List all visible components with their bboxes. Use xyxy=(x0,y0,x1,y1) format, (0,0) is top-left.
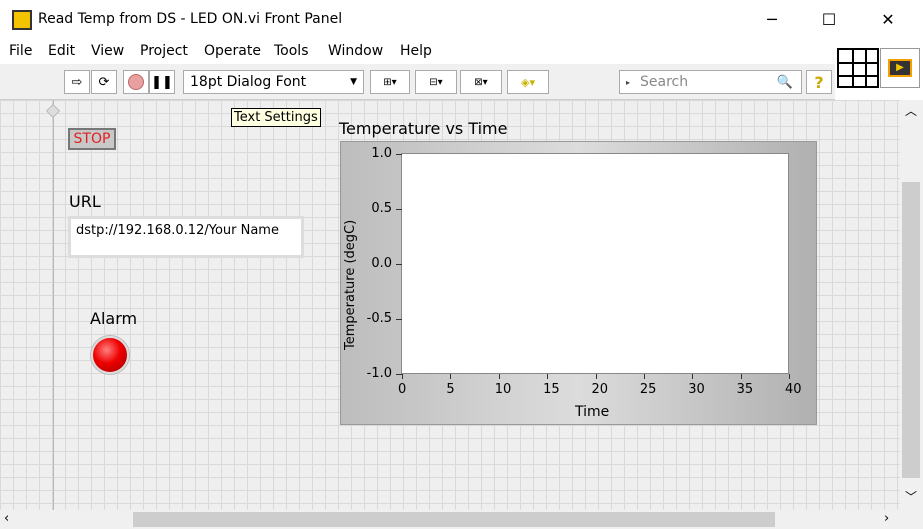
alarm-led[interactable] xyxy=(91,336,129,374)
menu-project[interactable]: Project xyxy=(140,43,188,59)
waveform-graph: 0 5 10 15 20 25 30 35 40 1.0 0.5 0.0 -0.5 -1.0 Temper… xyxy=(340,141,817,425)
menu-bar: File Edit View Project Operate Tools Win… xyxy=(0,40,835,64)
plot-area[interactable] xyxy=(401,153,789,374)
menu-file[interactable]: File xyxy=(9,43,32,59)
x-tick-mark xyxy=(402,374,403,379)
origin-line xyxy=(53,100,54,510)
x-tick-label: 5 xyxy=(446,382,455,397)
expand-icon: ▸ xyxy=(626,77,631,87)
x-axis-label: Time xyxy=(575,404,610,420)
x-tick-mark xyxy=(789,374,790,379)
font-select[interactable]: 18pt Dialog Font ▼ xyxy=(183,70,364,94)
x-tick-label: 25 xyxy=(639,382,657,397)
y-tick-label: -0.5 xyxy=(366,311,392,326)
x-tick-mark xyxy=(643,374,645,379)
y-tick-label: 0.0 xyxy=(371,256,392,271)
url-field[interactable]: dstp://192.168.0.12/Your Name xyxy=(68,216,304,258)
menu-window[interactable]: Window xyxy=(328,43,383,59)
run-continuously-icon[interactable]: ⟳ xyxy=(91,70,117,94)
vi-icon[interactable]: ▶ xyxy=(880,48,920,88)
search-input[interactable]: ▸ Search 🔍 xyxy=(619,70,802,94)
graph-title: Temperature vs Time xyxy=(339,119,508,138)
x-tick-mark xyxy=(595,374,597,379)
x-tick-label: 0 xyxy=(398,382,407,397)
reorder-icon[interactable]: ◈▾ xyxy=(507,70,549,94)
y-tick-label: -1.0 xyxy=(366,366,392,381)
y-tick-label: 1.0 xyxy=(371,146,392,161)
pause-icon[interactable]: ❚❚ xyxy=(149,70,175,94)
title-bar: Read Temp from DS - LED ON.vi Front Pane… xyxy=(0,0,923,40)
menu-view[interactable]: View xyxy=(91,43,124,59)
horizontal-scroll-thumb[interactable] xyxy=(133,512,775,527)
origin-marker xyxy=(45,103,61,119)
horizontal-scrollbar[interactable]: ‹ › xyxy=(0,510,923,529)
toolbar: ⇨ ⟳ ❚❚ 18pt Dialog Font ▼ ⊞▾ ⊟▾ ⊠▾ ◈▾ ▸ Se… xyxy=(0,64,835,100)
scroll-right-icon[interactable]: › xyxy=(884,511,889,526)
labview-vi-icon xyxy=(12,10,32,30)
scroll-up-icon[interactable]: ︿ xyxy=(905,102,917,119)
x-tick-label: 15 xyxy=(543,382,560,397)
stop-button[interactable]: STOP xyxy=(68,128,116,150)
y-tick-mark xyxy=(396,374,402,375)
run-arrow-icon[interactable]: ⇨ xyxy=(64,70,90,94)
search-placeholder: Search xyxy=(640,74,689,90)
scroll-left-icon[interactable]: ‹ xyxy=(4,511,9,526)
tooltip: Text Settings xyxy=(231,108,321,127)
distribute-objects-icon[interactable]: ⊟▾ xyxy=(415,70,457,94)
x-tick-mark xyxy=(547,374,549,379)
y-axis-label: Temperature (degC) xyxy=(343,219,358,350)
help-button[interactable]: ? xyxy=(806,70,832,94)
menu-operate[interactable]: Operate xyxy=(204,43,261,59)
abort-icon[interactable] xyxy=(123,70,149,94)
x-tick-label: 20 xyxy=(591,382,609,397)
search-icon[interactable]: 🔍 xyxy=(777,75,793,90)
x-tick-label: 40 xyxy=(785,382,802,397)
menu-tools[interactable]: Tools xyxy=(274,43,309,59)
y-tick-mark xyxy=(396,264,402,265)
font-select-value: 18pt Dialog Font xyxy=(190,74,307,90)
close-button[interactable]: ✕ xyxy=(873,8,903,32)
front-panel: STOP Text Settings URL dstp://192.168.0.… xyxy=(0,100,900,510)
alarm-label: Alarm xyxy=(90,309,138,328)
menu-edit[interactable]: Edit xyxy=(48,43,75,59)
y-tick-mark xyxy=(396,154,402,155)
url-label: URL xyxy=(69,192,101,211)
scroll-down-icon[interactable]: ﹀ xyxy=(905,488,917,505)
menu-help[interactable]: Help xyxy=(400,43,432,59)
x-tick-label: 30 xyxy=(688,382,705,397)
x-tick-label: 10 xyxy=(494,382,512,397)
resize-objects-icon[interactable]: ⊠▾ xyxy=(460,70,502,94)
x-tick-mark xyxy=(450,374,452,379)
x-tick-mark xyxy=(498,374,500,379)
x-tick-mark xyxy=(692,374,694,379)
maximize-button[interactable]: ☐ xyxy=(814,8,844,32)
minimize-button[interactable]: ─ xyxy=(757,8,787,32)
align-objects-icon[interactable]: ⊞▾ xyxy=(370,70,410,94)
x-tick-label: 35 xyxy=(736,382,754,397)
x-tick-mark xyxy=(740,374,742,379)
y-tick-mark xyxy=(396,319,402,320)
y-tick-label: 0.5 xyxy=(371,201,392,216)
chevron-down-icon: ▼ xyxy=(350,77,357,87)
vertical-scrollbar[interactable]: ︿ ﹀ xyxy=(900,100,923,510)
connector-pane-icon[interactable] xyxy=(837,48,879,88)
y-tick-mark xyxy=(396,209,402,210)
vertical-scroll-thumb[interactable] xyxy=(902,182,920,478)
window-title: Read Temp from DS - LED ON.vi Front Pane… xyxy=(38,11,343,27)
